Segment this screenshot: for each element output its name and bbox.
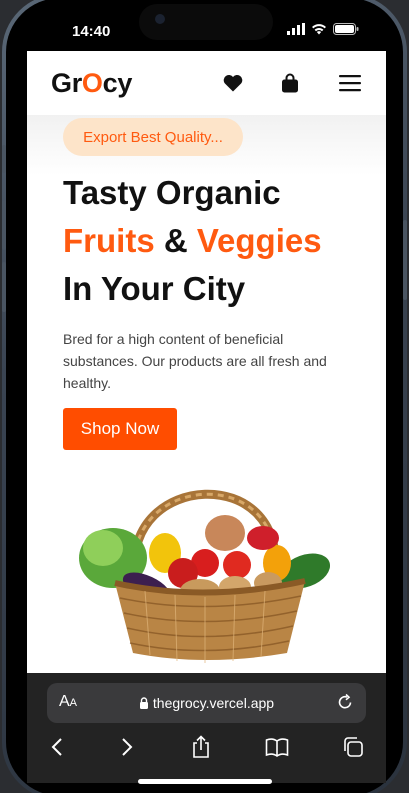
reload-icon[interactable] [336,693,354,711]
share-icon[interactable] [189,735,213,759]
web-content[interactable]: GrOcy Export Best Quality... Tasty Organ… [27,51,386,673]
bookmarks-icon[interactable] [265,735,289,759]
address-bar[interactable]: AA thegrocy.vercel.app [47,683,366,723]
browser-toolbar: AA thegrocy.vercel.app [27,673,386,783]
site-header: GrOcy [27,51,386,115]
battery-icon [333,23,359,35]
menu-icon[interactable] [338,71,362,95]
heart-icon[interactable] [221,71,245,95]
logo-text-end: cy [102,67,133,98]
vegetable-basket-image [79,489,331,663]
url-display[interactable]: thegrocy.vercel.app [47,695,366,711]
logo-text-o: O [81,67,103,98]
hero-headline: Tasty Organic Fruits & Veggies In Your C… [63,169,322,313]
dynamic-island [139,4,273,40]
lock-icon [139,697,148,709]
quality-badge: Export Best Quality... [63,118,243,156]
headline-fruits: Fruits [63,222,155,259]
status-icons [287,23,359,35]
status-bar: 14:40 [0,0,409,51]
wifi-icon [312,24,326,35]
phone-power-button [403,220,407,300]
browser-toolbar-icons [27,735,386,765]
status-time: 14:40 [72,23,111,40]
home-indicator[interactable] [138,779,272,784]
tabs-icon[interactable] [341,735,365,759]
headline-line-2: Fruits & Veggies [63,217,322,265]
phone-volume-down [2,262,6,312]
phone-side-button [2,145,6,173]
headline-ampersand: & [154,222,197,259]
headline-line-1: Tasty Organic [63,174,281,211]
url-text: thegrocy.vercel.app [152,695,275,711]
back-icon[interactable] [45,735,69,759]
site-logo[interactable]: GrOcy [51,68,132,99]
hero-description: Bred for a high content of beneficial su… [63,331,327,391]
signal-icon [287,23,305,35]
headline-line-3: In Your City [63,270,246,307]
logo-text-start: Gr [51,67,82,98]
camera-icon [155,14,165,24]
shop-now-button[interactable]: Shop Now [63,408,177,450]
forward-icon[interactable] [115,735,139,759]
bag-icon[interactable] [278,71,302,95]
phone-volume-up [2,200,6,250]
header-actions [221,71,362,95]
headline-veggies: Veggies [196,222,322,259]
